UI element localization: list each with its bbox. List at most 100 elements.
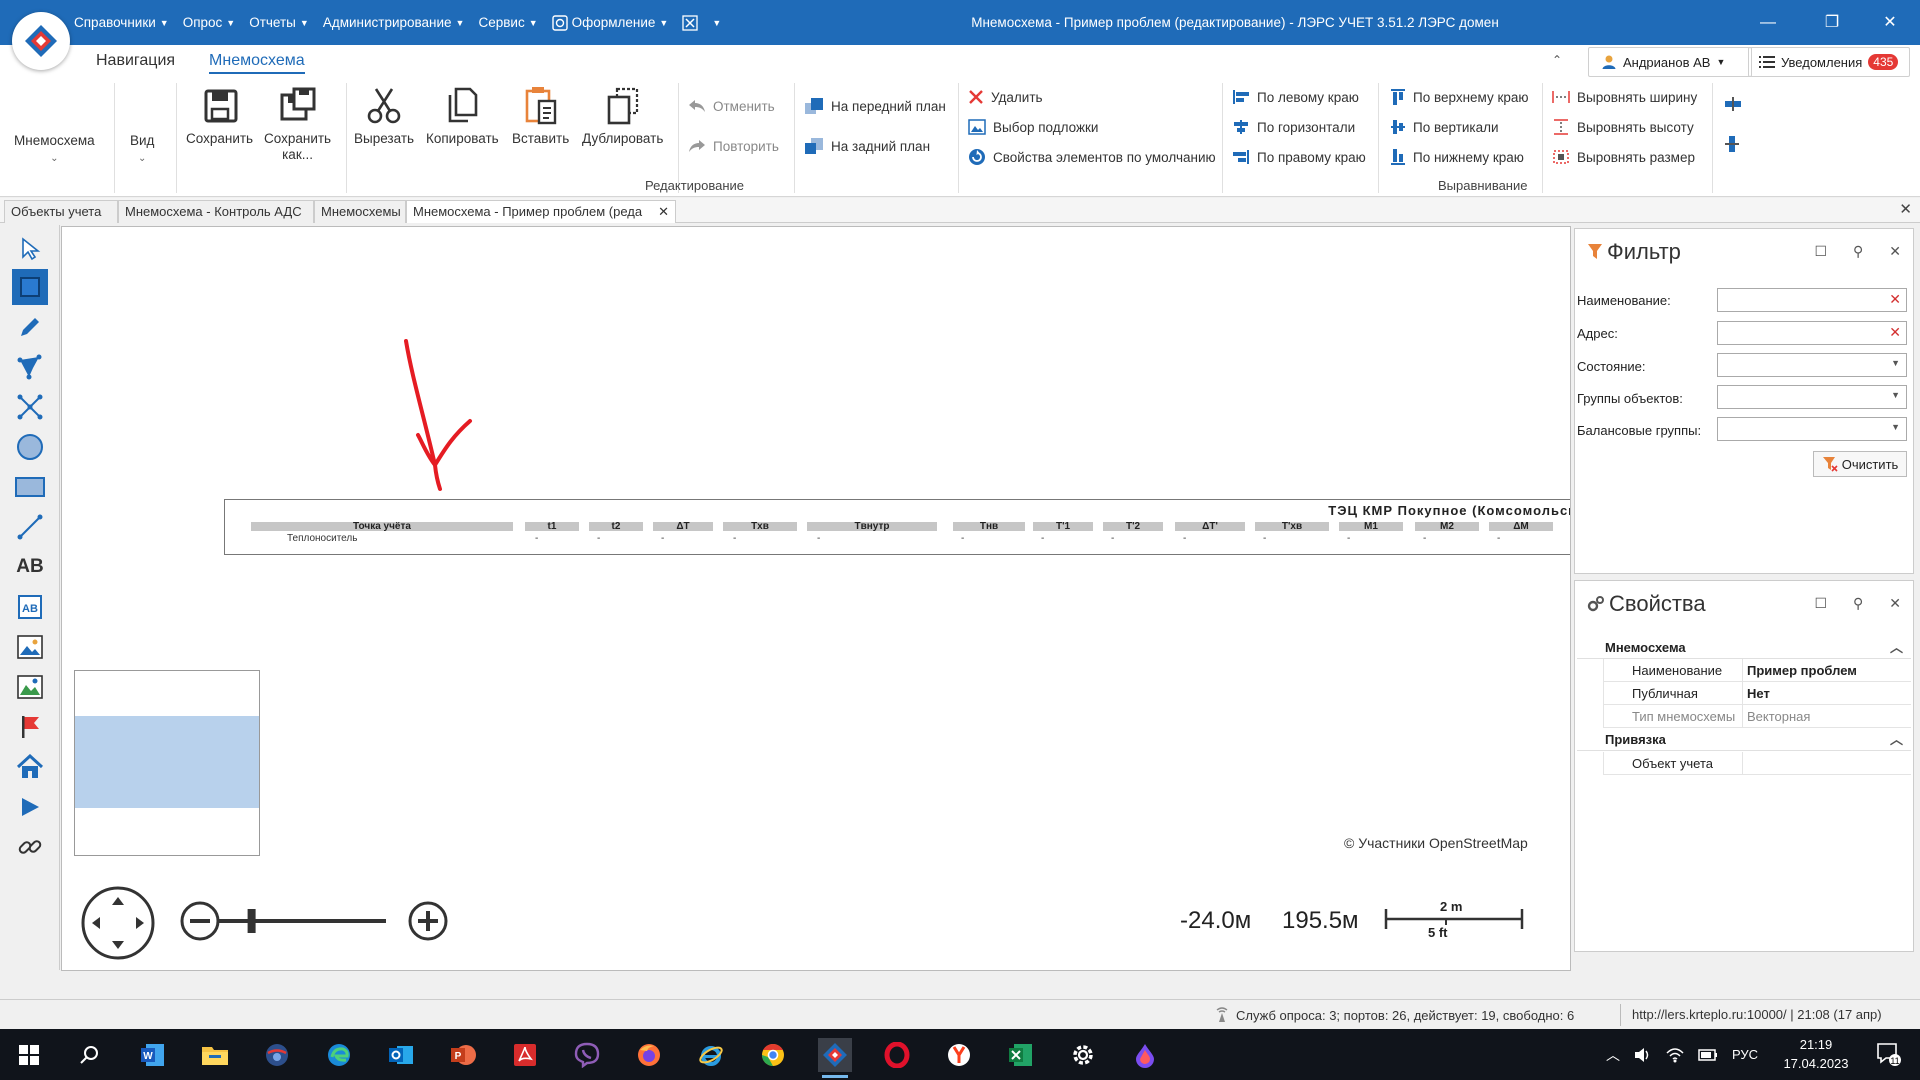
meter-data-table[interactable]: ТЭЦ КМР Покупное (Комсомольский) Точка у… — [224, 499, 1570, 555]
redo-button[interactable]: Повторить — [688, 135, 779, 157]
tool-flag[interactable] — [12, 709, 48, 745]
minimap-viewport[interactable] — [75, 716, 259, 808]
align-left-button[interactable]: По левому краю — [1232, 86, 1359, 108]
tool-select[interactable] — [12, 231, 48, 267]
same-width-button[interactable]: Выровнять ширину — [1552, 86, 1697, 108]
tool-image-alt[interactable] — [12, 669, 48, 705]
taskbar-app-globe[interactable] — [260, 1038, 294, 1072]
undo-button[interactable]: Отменить — [688, 95, 775, 117]
battery-icon[interactable] — [1698, 1048, 1718, 1061]
choose-backing-button[interactable]: Выбор подложки — [968, 116, 1098, 138]
tray-overflow-chevron-icon[interactable]: ︿ — [1606, 1045, 1620, 1065]
taskbar-chrome[interactable] — [756, 1038, 790, 1072]
taskbar-word[interactable]: W — [136, 1038, 170, 1072]
align-right-button[interactable]: По правому краю — [1232, 146, 1366, 168]
clear-filter-button[interactable]: Очистить — [1813, 451, 1907, 477]
user-menu[interactable]: Андрианов АВ ▼ — [1588, 47, 1752, 77]
save-as-button[interactable]: Сохранить как... — [264, 85, 331, 163]
clear-field-icon[interactable]: ✕ — [1889, 324, 1901, 341]
taskbar-clock[interactable]: 21:19 17.04.2023 — [1776, 1035, 1856, 1073]
cut-button[interactable]: Вырезать — [354, 85, 414, 147]
menu-polling[interactable]: Опрос ▼ — [183, 15, 236, 30]
tool-text[interactable]: AB — [12, 549, 48, 585]
tab-navigation[interactable]: Навигация — [96, 52, 175, 74]
restore-button[interactable]: ❐ — [1804, 0, 1860, 45]
menu-directories[interactable]: Справочники ▼ — [74, 15, 169, 30]
paste-button[interactable]: Вставить — [512, 85, 569, 147]
tool-image[interactable] — [12, 629, 48, 665]
filter-state-select[interactable]: ▼ — [1717, 353, 1907, 377]
taskbar-settings[interactable] — [1066, 1038, 1100, 1072]
property-section-mnemoscheme[interactable]: Мнемосхема ︿ — [1577, 637, 1911, 659]
menu-reports[interactable]: Отчеты ▼ — [249, 15, 309, 30]
property-section-binding[interactable]: Привязка ︿ — [1577, 729, 1911, 751]
search-button[interactable] — [72, 1038, 106, 1072]
same-height-button[interactable]: Выровнять высоту — [1552, 116, 1694, 138]
clear-field-icon[interactable]: ✕ — [1889, 291, 1901, 308]
taskbar-lers[interactable] — [818, 1038, 852, 1078]
collapse-section-icon[interactable]: ︿ — [1890, 637, 1903, 659]
close-tab-icon[interactable]: ✕ — [658, 201, 669, 223]
duplicate-button[interactable]: Дублировать — [582, 85, 663, 147]
mnemoscheme-canvas[interactable]: ТЭЦ КМР Покупное (Комсомольский) Точка у… — [61, 226, 1571, 971]
property-row-public[interactable]: Публичная Нет — [1603, 682, 1911, 705]
doc-tab-mnemoschemes[interactable]: Мнемосхемы — [314, 200, 406, 223]
zoom-slider-thumb[interactable] — [247, 909, 256, 933]
taskbar-acrobat[interactable] — [508, 1038, 542, 1072]
tool-play[interactable] — [12, 789, 48, 825]
menu-appearance[interactable]: Оформление ▼ — [551, 14, 668, 31]
close-panel-icon[interactable]: ✕ — [1889, 243, 1901, 260]
taskbar-explorer[interactable] — [198, 1038, 232, 1072]
wifi-icon[interactable] — [1666, 1047, 1684, 1063]
property-row-name[interactable]: Наименование Пример проблем — [1603, 659, 1911, 682]
close-panel-icon[interactable]: ✕ — [1889, 595, 1901, 612]
filter-object-groups-select[interactable]: ▼ — [1717, 385, 1907, 409]
pin-icon[interactable]: ⚲ — [1853, 243, 1863, 260]
zoom-control[interactable] — [180, 899, 460, 945]
collapse-ribbon-button[interactable]: ⌃ — [1552, 53, 1562, 67]
quick-access-excel-button[interactable] — [682, 14, 698, 31]
minimap[interactable] — [74, 670, 260, 856]
doc-tab-problem-example[interactable]: Мнемосхема - Пример проблем (реда ✕ — [406, 200, 676, 223]
close-window-button[interactable]: ✕ — [1862, 0, 1918, 45]
taskbar-outlook[interactable] — [384, 1038, 418, 1072]
keyboard-language[interactable]: РУС — [1732, 1047, 1758, 1062]
app-logo[interactable] — [12, 12, 70, 70]
pan-control[interactable] — [80, 885, 156, 961]
doc-tab-ads-control[interactable]: Мнемосхема - Контроль АДС — [118, 200, 314, 223]
taskbar-droplet-app[interactable] — [1128, 1038, 1162, 1072]
delete-button[interactable]: Удалить — [968, 86, 1043, 108]
volume-icon[interactable] — [1634, 1047, 1652, 1063]
property-row-object[interactable]: Объект учета — [1603, 752, 1911, 775]
close-all-tabs-icon[interactable]: ✕ — [1899, 200, 1912, 218]
taskbar-firefox[interactable] — [632, 1038, 666, 1072]
pin-icon[interactable]: ⚲ — [1853, 595, 1863, 612]
send-to-back-button[interactable]: На задний план — [804, 135, 930, 157]
tool-line[interactable] — [12, 509, 48, 545]
taskbar-viber[interactable] — [570, 1038, 604, 1072]
align-top-button[interactable]: По верхнему краю — [1390, 86, 1529, 108]
action-center-button[interactable]: 11 — [1876, 1041, 1902, 1070]
taskbar-powerpoint[interactable]: P — [446, 1038, 480, 1072]
taskbar-opera[interactable] — [880, 1038, 914, 1072]
tab-mnemoscheme[interactable]: Мнемосхема — [209, 52, 305, 74]
maximize-panel-icon[interactable]: ☐ — [1814, 595, 1827, 612]
zoom-in-button[interactable] — [408, 901, 448, 941]
align-horizontal-center-button[interactable]: По горизонтали — [1232, 116, 1355, 138]
filter-balance-groups-select[interactable]: ▼ — [1717, 417, 1907, 441]
tool-house[interactable] — [12, 749, 48, 785]
tool-rectangle-select[interactable] — [12, 269, 48, 305]
notifications-button[interactable]: Уведомления 435 — [1748, 47, 1910, 77]
menu-administration[interactable]: Администрирование ▼ — [323, 15, 465, 30]
menu-service[interactable]: Сервис ▼ — [478, 15, 537, 30]
tool-polygon[interactable] — [12, 349, 48, 385]
align-vertical-center-button[interactable]: По вертикали — [1390, 116, 1499, 138]
tool-pencil[interactable] — [12, 309, 48, 345]
tool-text-box[interactable]: AB — [12, 589, 48, 625]
same-size-button[interactable]: Выровнять размер — [1552, 146, 1695, 168]
tool-polyline[interactable] — [12, 389, 48, 425]
filter-name-input[interactable]: ✕ — [1717, 288, 1907, 312]
align-bottom-button[interactable]: По нижнему краю — [1390, 146, 1524, 168]
mnemoscheme-dropdown-button[interactable]: Мнемосхема ⌄ — [14, 133, 95, 167]
taskbar-internet-explorer[interactable] — [694, 1038, 728, 1072]
